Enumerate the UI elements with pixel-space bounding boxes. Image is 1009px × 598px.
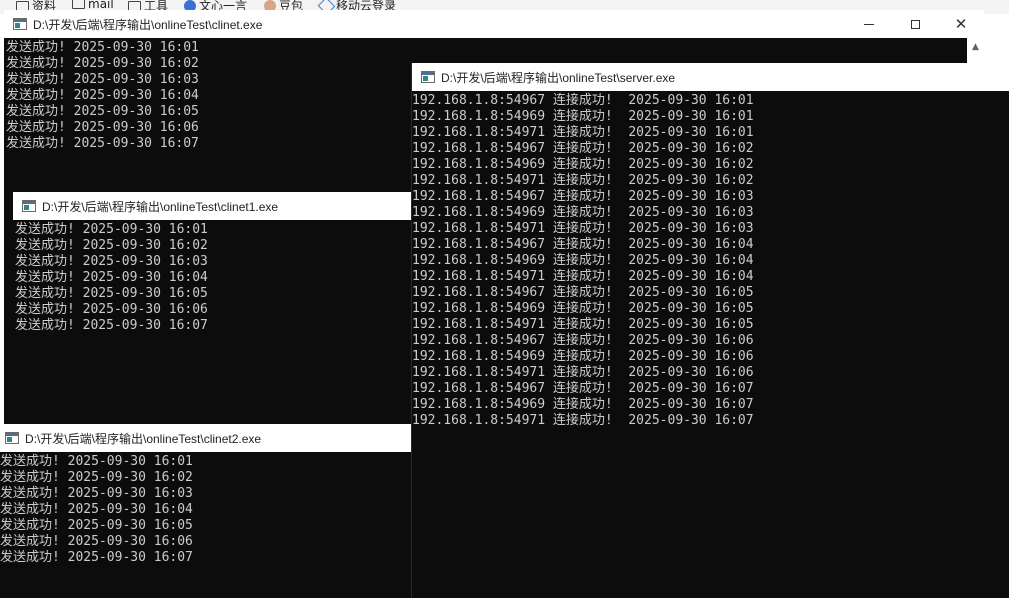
console-line: 192.168.1.8:54967 连接成功! 2025-09-30 16:03 xyxy=(412,189,754,204)
console-line: 192.168.1.8:54967 连接成功! 2025-09-30 16:05 xyxy=(412,285,754,300)
console-line: 192.168.1.8:54967 连接成功! 2025-09-30 16:02 xyxy=(412,141,754,156)
titlebar[interactable]: D:\开发\后端\程序输出\onlineTest\clinet.exe ✕ xyxy=(4,10,984,38)
console-line: 192.168.1.8:54971 连接成功! 2025-09-30 16:03 xyxy=(412,221,754,236)
console-line: 192.168.1.8:54969 连接成功! 2025-09-30 16:06 xyxy=(412,349,754,364)
console-line: 192.168.1.8:54971 连接成功! 2025-09-30 16:04 xyxy=(412,269,754,284)
console-line: 192.168.1.8:54967 连接成功! 2025-09-30 16:04 xyxy=(412,237,754,252)
close-icon: ✕ xyxy=(954,14,968,33)
titlebar[interactable]: D:\开发\后端\程序输出\onlineTest\server.exe xyxy=(412,63,1009,91)
console-line: 192.168.1.8:54971 连接成功! 2025-09-30 16:02 xyxy=(412,173,754,188)
window-title: D:\开发\后端\程序输出\onlineTest\server.exe xyxy=(441,70,676,85)
console-line: 192.168.1.8:54967 连接成功! 2025-09-30 16:01 xyxy=(412,93,754,108)
console-line: 192.168.1.8:54969 连接成功! 2025-09-30 16:03 xyxy=(412,205,754,220)
console-line: 192.168.1.8:54967 连接成功! 2025-09-30 16:06 xyxy=(412,333,754,348)
console-line: 192.168.1.8:54971 连接成功! 2025-09-30 16:07 xyxy=(412,413,754,428)
minimize-button[interactable] xyxy=(846,10,892,38)
maximize-icon xyxy=(910,19,920,29)
console-app-icon xyxy=(13,18,27,30)
console-app-icon xyxy=(421,71,435,83)
maximize-button[interactable] xyxy=(892,10,938,38)
console-line: 发送成功! 2025-09-30 16:01 xyxy=(6,40,199,55)
folder-icon xyxy=(128,0,141,11)
close-button[interactable]: ✕ xyxy=(938,10,984,38)
window-controls: ✕ xyxy=(846,10,984,38)
folder-icon xyxy=(16,0,29,11)
console-line: 192.168.1.8:54971 连接成功! 2025-09-30 16:01 xyxy=(412,125,754,140)
console-app-icon xyxy=(5,432,19,444)
console-line: 192.168.1.8:54969 连接成功! 2025-09-30 16:02 xyxy=(412,157,754,172)
console-line: 192.168.1.8:54971 连接成功! 2025-09-30 16:05 xyxy=(412,317,754,332)
console-line: 192.168.1.8:54967 连接成功! 2025-09-30 16:07 xyxy=(412,381,754,396)
folder-icon xyxy=(72,0,85,9)
console-line: 192.168.1.8:54969 连接成功! 2025-09-30 16:01 xyxy=(412,109,754,124)
console-line: 192.168.1.8:54971 连接成功! 2025-09-30 16:06 xyxy=(412,365,754,380)
scroll-up-arrow-icon[interactable]: ▲ xyxy=(967,38,984,55)
console-output[interactable]: 192.168.1.8:54967 连接成功! 2025-09-30 16:01… xyxy=(412,91,1009,598)
console-line: 192.168.1.8:54969 连接成功! 2025-09-30 16:04 xyxy=(412,253,754,268)
window-title: D:\开发\后端\程序输出\onlineTest\clinet.exe xyxy=(33,17,263,32)
console-app-icon xyxy=(22,200,36,212)
console-line: 192.168.1.8:54969 连接成功! 2025-09-30 16:05 xyxy=(412,301,754,316)
minimize-icon xyxy=(864,23,874,25)
console-line: 192.168.1.8:54969 连接成功! 2025-09-30 16:07 xyxy=(412,397,754,412)
console-window-server[interactable]: D:\开发\后端\程序输出\onlineTest\server.exe 192.… xyxy=(411,63,1009,598)
